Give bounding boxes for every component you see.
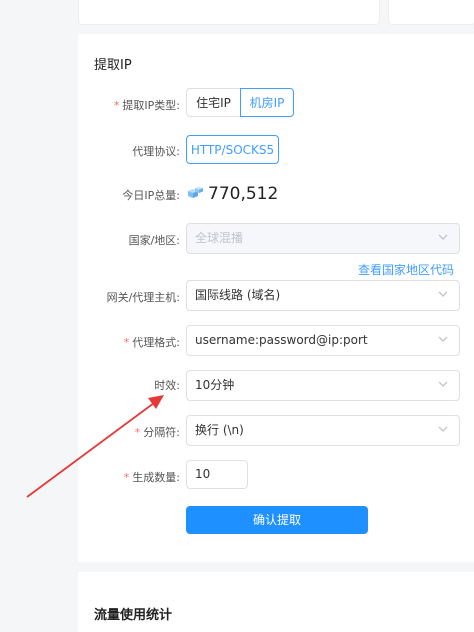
- format-label: * 代理格式:: [70, 334, 180, 350]
- quantity-input[interactable]: 10: [186, 460, 248, 489]
- confirm-extract-button[interactable]: 确认提取: [186, 506, 368, 534]
- chevron-down-icon: [437, 288, 449, 300]
- validity-value: 10分钟: [195, 378, 235, 392]
- country-code-link[interactable]: 查看国家地区代码: [358, 261, 454, 278]
- country-placeholder: 全球混播: [195, 231, 244, 245]
- quantity-label-text: 生成数量:: [132, 471, 180, 484]
- protocol-label: 代理协议:: [132, 145, 180, 158]
- validity-label: 时效:: [154, 379, 180, 392]
- required-mark: *: [113, 99, 120, 112]
- traffic-stats-card: 流量使用统计: [78, 572, 474, 632]
- gateway-select[interactable]: 国际线路 (域名): [186, 280, 460, 311]
- required-mark: *: [134, 426, 141, 439]
- format-label-text: 代理格式:: [132, 336, 180, 349]
- separator-select[interactable]: 换行 (\n): [186, 415, 460, 446]
- chevron-down-icon: [437, 378, 449, 390]
- total-value: 770,512: [208, 184, 279, 204]
- required-mark: *: [123, 336, 130, 349]
- top-strip-right: [388, 0, 474, 25]
- chevron-down-icon: [437, 231, 449, 243]
- country-label: 国家/地区:: [128, 234, 180, 247]
- format-select[interactable]: username:password@ip:port: [186, 325, 460, 356]
- option-residential-ip[interactable]: 住宅IP: [186, 88, 241, 117]
- total-label: 今日IP总量:: [122, 189, 180, 202]
- cube-stack-icon: [186, 185, 204, 201]
- separator-label: * 分隔符:: [70, 424, 180, 440]
- separator-value: 换行 (\n): [195, 423, 244, 437]
- quantity-label: * 生成数量:: [70, 469, 180, 485]
- validity-select[interactable]: 10分钟: [186, 370, 460, 401]
- extract-type-label: * 提取IP类型:: [70, 97, 180, 113]
- section-title: 提取IP: [94, 58, 132, 73]
- top-strip: [78, 0, 474, 27]
- chevron-down-icon: [437, 333, 449, 345]
- protocol-option[interactable]: HTTP/SOCKS5: [186, 135, 279, 164]
- gateway-value: 国际线路 (域名): [195, 288, 281, 302]
- extract-type-label-text: 提取IP类型:: [122, 99, 180, 112]
- separator-label-text: 分隔符:: [143, 426, 180, 439]
- top-strip-left: [78, 0, 380, 25]
- country-select[interactable]: 全球混播: [186, 223, 460, 254]
- chevron-down-icon: [437, 423, 449, 435]
- required-mark: *: [123, 471, 130, 484]
- format-value: username:password@ip:port: [195, 333, 368, 347]
- option-datacenter-ip[interactable]: 机房IP: [240, 88, 294, 117]
- traffic-stats-title: 流量使用统计: [94, 608, 173, 623]
- gateway-label: 网关/代理主机:: [106, 291, 180, 304]
